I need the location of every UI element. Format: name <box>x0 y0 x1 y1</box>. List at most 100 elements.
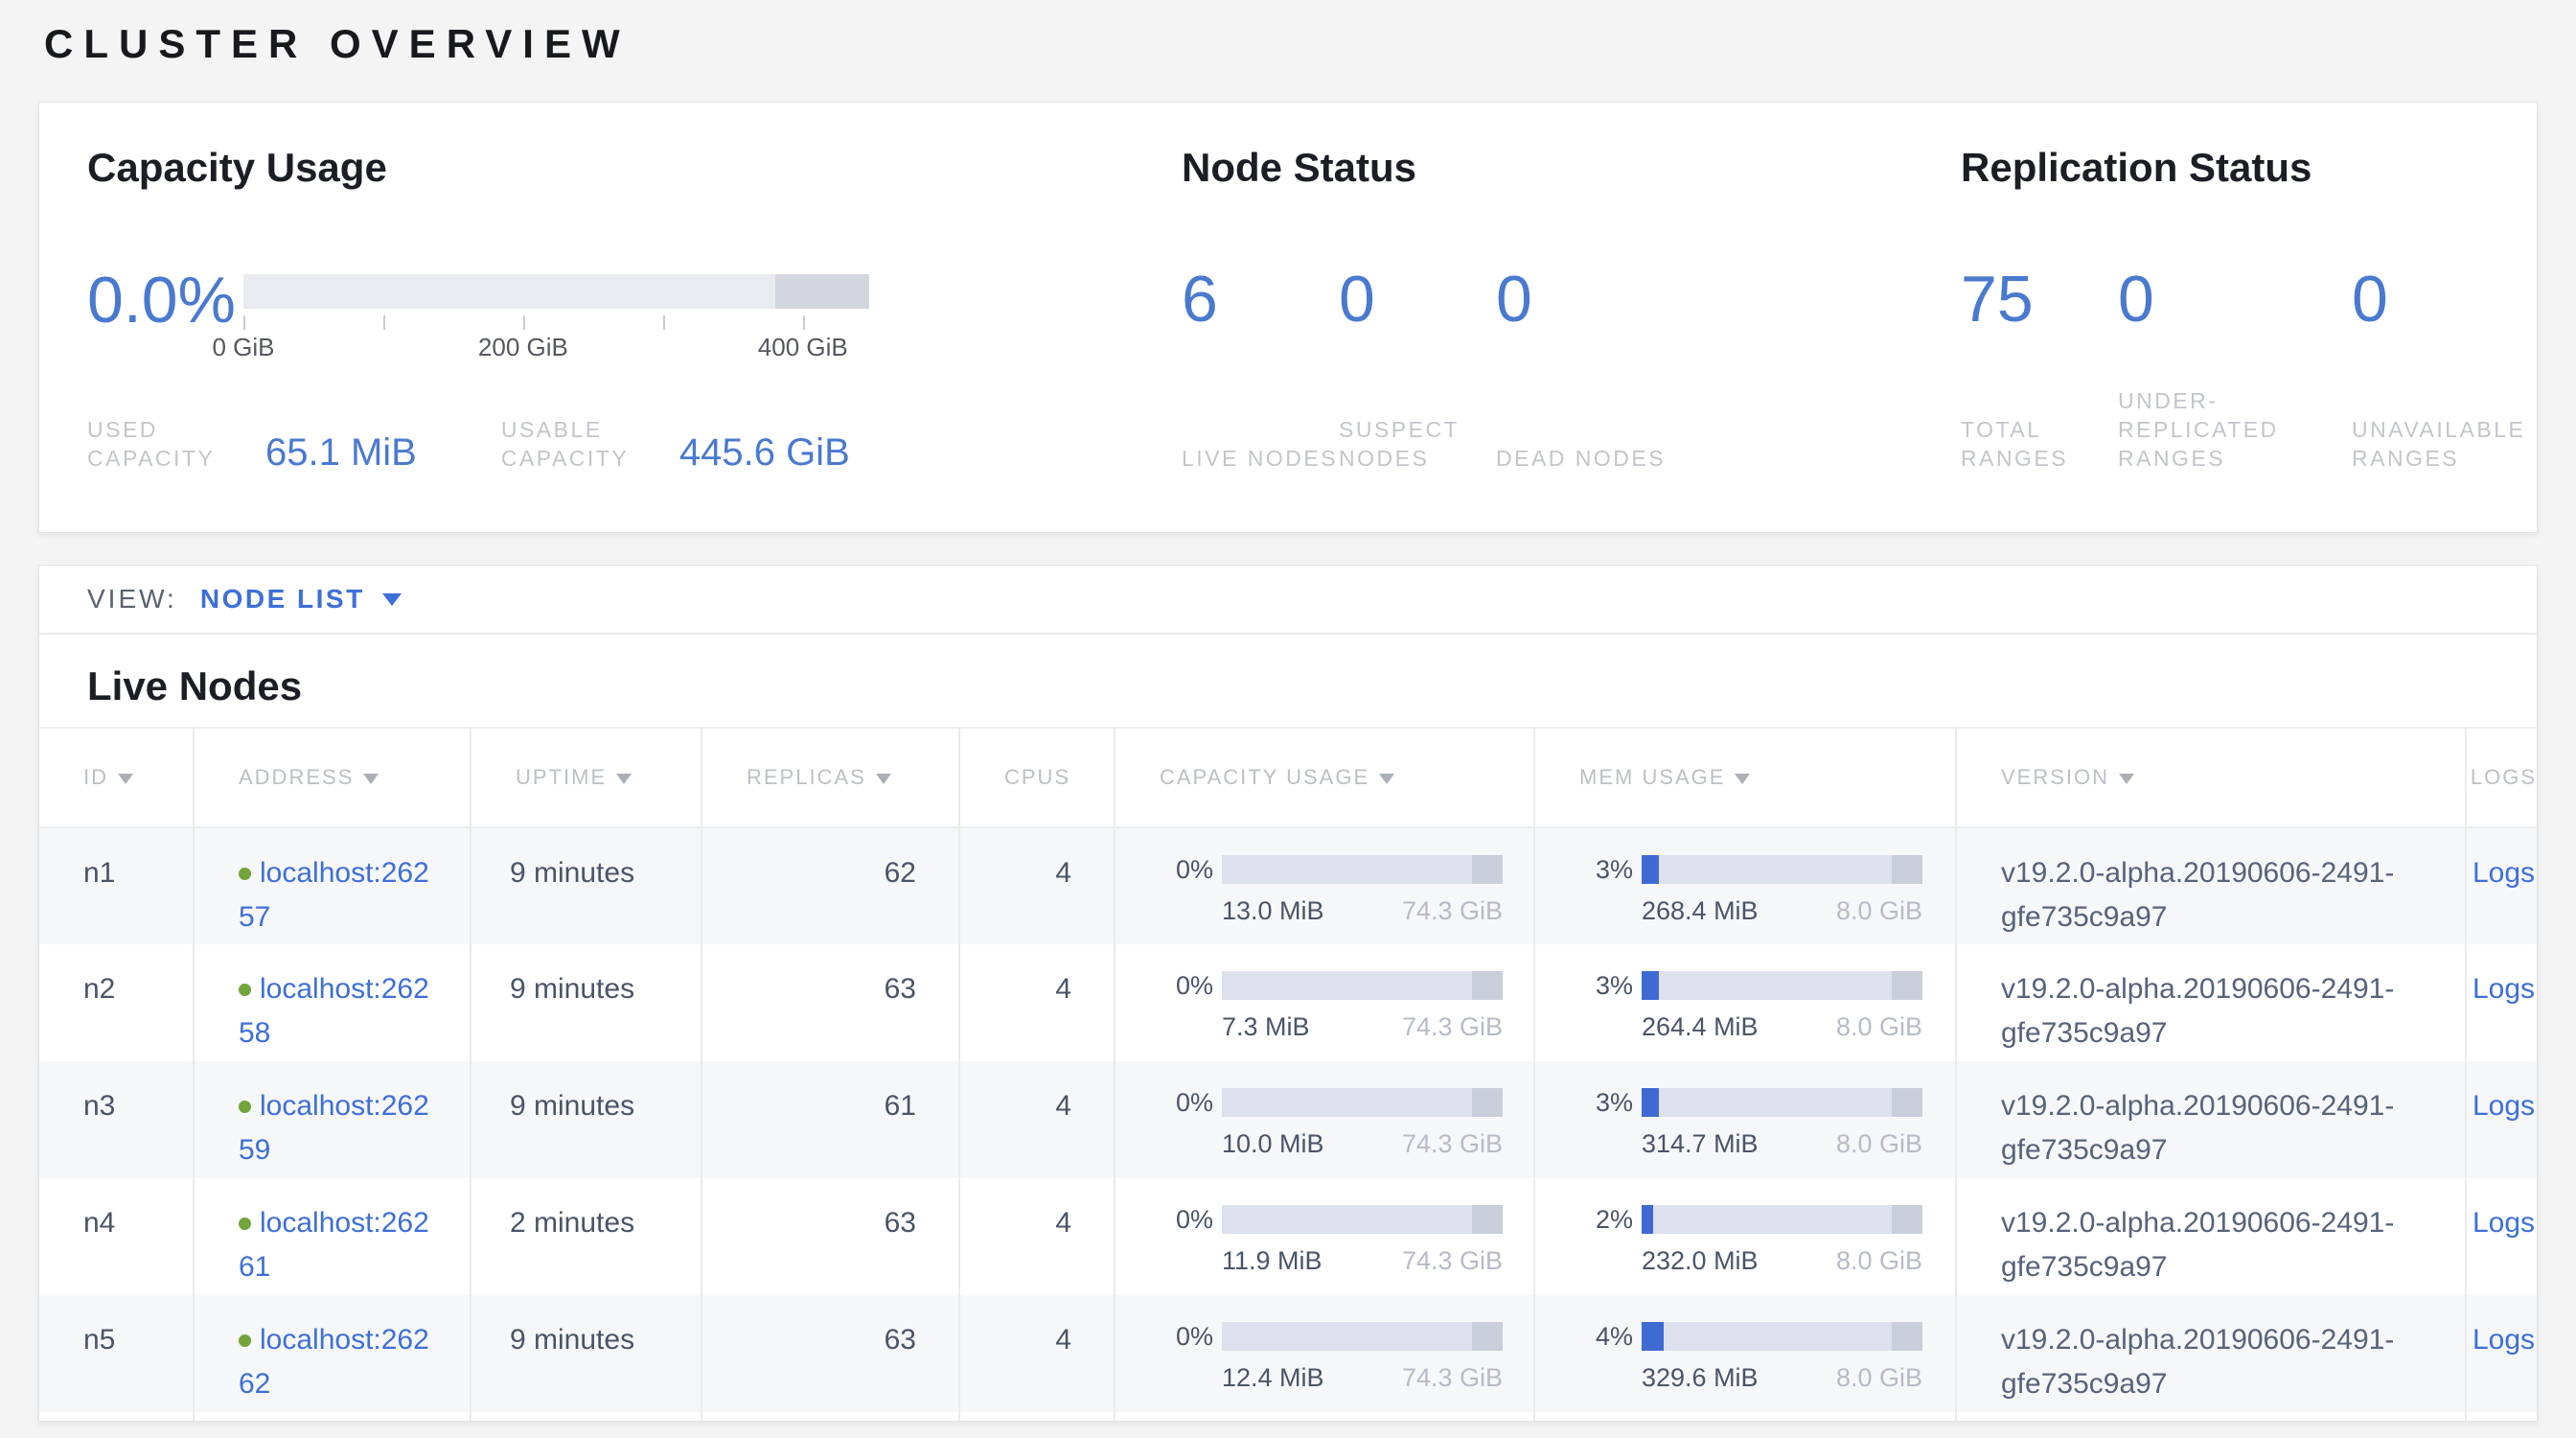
unavailable-ranges-count: 0 <box>2352 267 2388 332</box>
suspect-nodes-count: 0 <box>1339 267 1496 332</box>
node-mem-usage-cell: 3% 268.4 MiB 8.0 GiB <box>1534 827 1956 944</box>
mem-total-value: 8.0 GiB <box>1836 1010 1922 1043</box>
capacity-usage-bar-endcap <box>1472 1205 1503 1234</box>
node-mem-usage-cell: 3% 264.4 MiB 8.0 GiB <box>1534 944 1956 1061</box>
dead-nodes-label: DEAD NODES <box>1496 444 1666 473</box>
view-bar: VIEW: NODE LIST <box>39 566 2537 635</box>
nodes-table-card: VIEW: NODE LIST Live Nodes ID ADDRESS UP… <box>38 565 2538 1422</box>
cluster-summary-card: Capacity Usage 0.0% 0 GiB <box>38 102 2538 533</box>
capacity-usage-bar <box>1222 1322 1503 1351</box>
node-uptime-cell: 9 minutes <box>471 827 702 944</box>
logs-link[interactable]: Logs <box>2472 857 2535 889</box>
table-row-partial <box>39 1412 2538 1422</box>
capacity-gauge-bar <box>243 274 869 309</box>
column-header-capacity-usage[interactable]: CAPACITY USAGE <box>1115 728 1534 827</box>
view-label: VIEW: <box>87 584 177 615</box>
tick-label: 400 GiB <box>758 333 848 361</box>
column-header-uptime[interactable]: UPTIME <box>471 728 702 827</box>
mem-usage-bar <box>1642 971 1922 1000</box>
capacity-total-value: 74.3 GiB <box>1402 1361 1503 1394</box>
total-ranges-label: TOTAL RANGES <box>1961 415 2118 473</box>
sort-desc-icon <box>616 774 632 784</box>
node-live-status-icon <box>239 868 251 880</box>
node-address-link[interactable]: localhost:26262 <box>239 1324 429 1400</box>
node-address-link[interactable]: localhost:26257 <box>239 857 429 933</box>
node-mem-usage-cell: 4% 329.6 MiB 8.0 GiB <box>1534 1295 1956 1412</box>
capacity-gauge: 0.0% 0 GiB 200 GiB 400 <box>87 267 1182 361</box>
capacity-usage-heading: Capacity Usage <box>87 145 1182 191</box>
node-uptime-cell: 9 minutes <box>471 1061 702 1178</box>
node-version-cell: v19.2.0-alpha.20190606-2491-gfe735c9a97 <box>1956 944 2466 1061</box>
capacity-gauge-tick-labels: 0 GiB 200 GiB 400 GiB <box>243 333 869 361</box>
table-row: n5 localhost:26262 9 minutes 63 4 0% <box>39 1295 2538 1412</box>
capacity-used-value: 10.0 MiB <box>1222 1127 1324 1160</box>
node-address-link[interactable]: localhost:26259 <box>239 1090 429 1166</box>
mem-percent: 4% <box>1579 1322 1633 1351</box>
node-version-cell: v19.2.0-alpha.20190606-2491-gfe735c9a97 <box>1956 1295 2466 1412</box>
replication-status-labels: TOTAL RANGES UNDER-REPLICATED RANGES UNA… <box>1961 415 2488 473</box>
node-version-cell: v19.2.0-alpha.20190606-2491-gfe735c9a97 <box>1956 1061 2466 1178</box>
node-version-cell: v19.2.0-alpha.20190606-2491-gfe735c9a97 <box>1956 827 2466 944</box>
replication-status-section: Replication Status 75 0 0 TOTAL RANGES U… <box>1961 145 2488 532</box>
capacity-percent: 0% <box>1160 855 1213 884</box>
logs-link[interactable]: Logs <box>2472 1207 2535 1239</box>
suspect-nodes-label: SUSPECT NODES <box>1339 415 1496 473</box>
column-header-address[interactable]: ADDRESS <box>194 728 471 827</box>
node-id-cell: n2 <box>39 944 194 1061</box>
capacity-percent: 0% <box>1160 1205 1213 1234</box>
mem-usage-bar-fill <box>1642 971 1659 1000</box>
column-header-replicas[interactable]: REPLICAS <box>702 728 959 827</box>
tick-mark <box>803 315 805 330</box>
node-address-cell: localhost:26258 <box>194 944 471 1061</box>
tick-label: 0 GiB <box>212 333 274 361</box>
mem-usage-bar <box>1642 1322 1922 1351</box>
column-header-mem-usage[interactable]: MEM USAGE <box>1534 728 1956 827</box>
node-live-status-icon <box>239 1101 251 1113</box>
capacity-usage-bar <box>1222 855 1503 884</box>
node-mem-usage-cell: 3% 314.7 MiB 8.0 GiB <box>1534 1061 1956 1178</box>
mem-percent: 2% <box>1579 1205 1633 1234</box>
capacity-usage-bar-endcap <box>1472 855 1503 884</box>
node-address-cell: localhost:26259 <box>194 1061 471 1178</box>
total-ranges-count: 75 <box>1961 267 2118 332</box>
capacity-gauge-ticks <box>243 312 869 333</box>
table-row: n2 localhost:26258 9 minutes 63 4 0% <box>39 944 2538 1061</box>
node-uptime-cell: 9 minutes <box>471 944 702 1061</box>
mem-usage-bar-endcap <box>1892 1322 1922 1351</box>
tick-label: 200 GiB <box>478 333 568 361</box>
live-nodes-count: 6 <box>1182 267 1339 332</box>
used-capacity-value: 65.1 MiB <box>265 432 417 473</box>
mem-usage-bar-endcap <box>1892 855 1922 884</box>
node-replicas-cell: 62 <box>702 827 959 944</box>
logs-link[interactable]: Logs <box>2472 1324 2535 1356</box>
used-capacity-label: USED CAPACITY <box>87 415 252 473</box>
node-replicas-cell: 63 <box>702 1178 959 1295</box>
capacity-percent: 0% <box>1160 1322 1213 1351</box>
live-nodes-label: LIVE NODES <box>1182 444 1339 473</box>
page-title: CLUSTER OVERVIEW <box>44 21 2576 67</box>
capacity-total-value: 74.3 GiB <box>1402 1244 1503 1277</box>
node-capacity-usage-cell: 0% 10.0 MiB 74.3 GiB <box>1115 1061 1534 1178</box>
node-id-cell: n4 <box>39 1178 194 1295</box>
node-address-link[interactable]: localhost:26261 <box>239 1207 429 1283</box>
usable-capacity-label: USABLE CAPACITY <box>501 415 666 473</box>
column-header-version[interactable]: VERSION <box>1956 728 2466 827</box>
column-header-cpus: CPUS <box>959 728 1115 827</box>
capacity-percent: 0% <box>1160 1088 1213 1117</box>
table-header-row: ID ADDRESS UPTIME REPLICAS CPUS CAPACITY… <box>39 728 2538 827</box>
node-cpus-cell: 4 <box>959 827 1115 944</box>
capacity-usage-bar <box>1222 1088 1503 1117</box>
sort-desc-icon <box>876 774 891 784</box>
capacity-used-value: 13.0 MiB <box>1222 894 1324 927</box>
view-selector[interactable]: NODE LIST <box>200 584 402 615</box>
mem-usage-bar <box>1642 1088 1922 1117</box>
table-row: n1 localhost:26257 9 minutes 62 4 0% <box>39 827 2538 944</box>
cluster-overview-page: CLUSTER OVERVIEW Capacity Usage 0.0% <box>0 0 2576 1438</box>
column-header-id[interactable]: ID <box>39 728 194 827</box>
logs-link[interactable]: Logs <box>2472 1090 2535 1122</box>
logs-link[interactable]: Logs <box>2472 973 2535 1005</box>
column-header-logs: LOGS <box>2466 728 2538 827</box>
capacity-used-value: 12.4 MiB <box>1222 1361 1324 1394</box>
node-address-link[interactable]: localhost:26258 <box>239 973 429 1049</box>
under-replicated-ranges-count: 0 <box>2118 267 2352 332</box>
